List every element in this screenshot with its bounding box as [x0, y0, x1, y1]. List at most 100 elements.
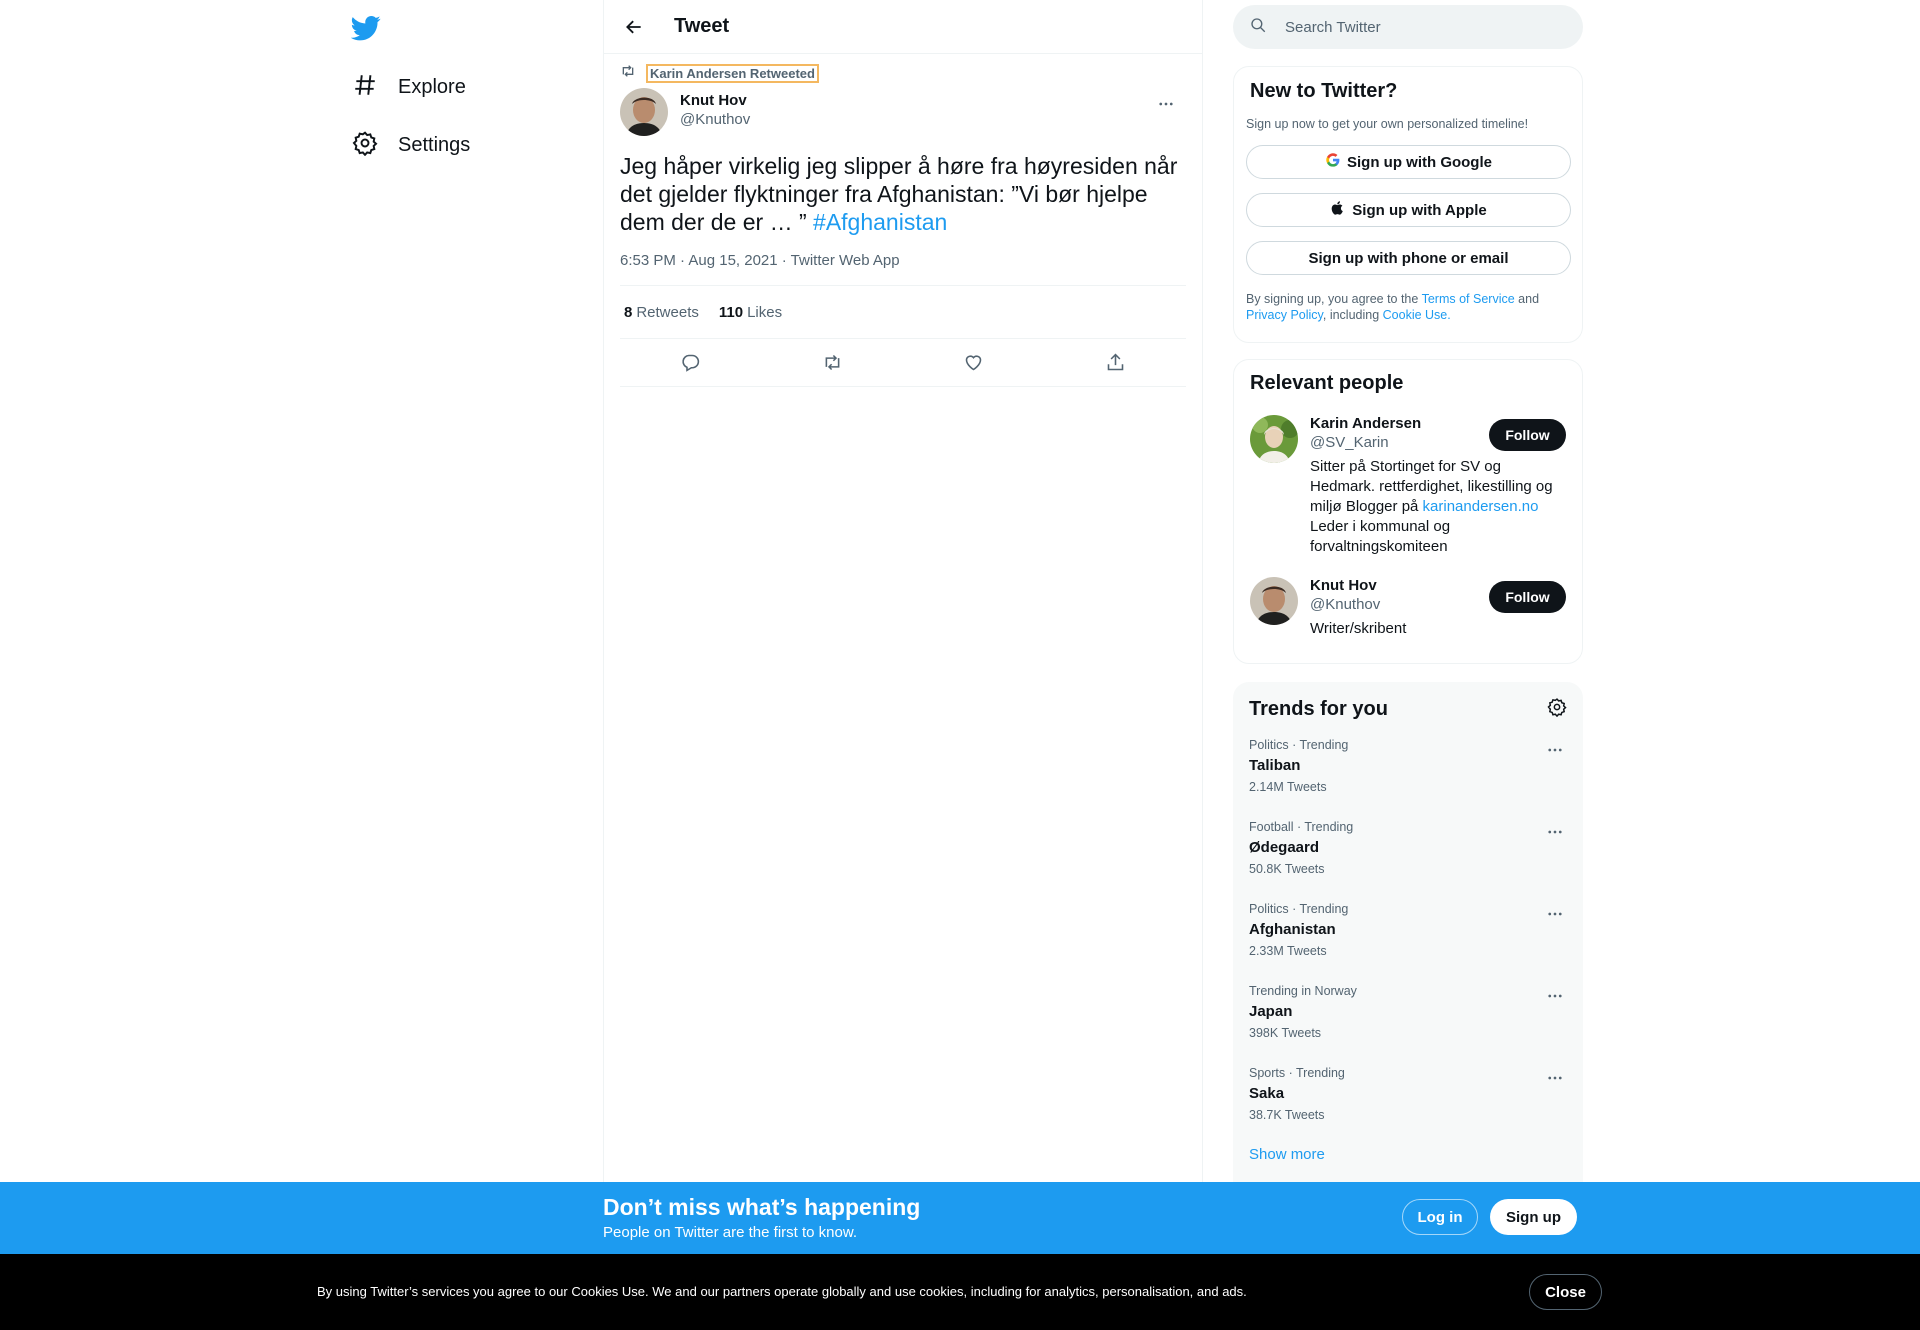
retweeted-by: Karin Andersen Retweeted [620, 63, 1186, 83]
trends-title: Trends for you [1249, 697, 1388, 720]
terms-including: , including [1322, 308, 1383, 322]
apple-icon [1330, 200, 1352, 220]
trends-settings-gear-icon[interactable] [1547, 697, 1567, 722]
trend-more-icon[interactable] [1543, 902, 1567, 926]
trend-item[interactable]: Football · Trending Ødegaard 50.8K Tweet… [1249, 806, 1567, 888]
trend-category: Football · Trending [1249, 820, 1354, 834]
tweet-text: Jeg håper virkelig jeg slipper å høre fr… [620, 152, 1186, 236]
signup-terms: By signing up, you agree to the Terms of… [1246, 291, 1570, 323]
trend-name: Ødegaard [1249, 839, 1320, 856]
terms-and: and [1514, 292, 1540, 306]
nav-settings-label: Settings [398, 133, 471, 156]
login-button[interactable]: Log in [1402, 1199, 1478, 1235]
signup-phone-button[interactable]: Sign up with phone or email [1246, 241, 1571, 275]
terms-pre: By signing up, you agree to the [1246, 292, 1422, 306]
google-icon [1325, 152, 1347, 172]
trend-item[interactable]: Politics · Trending Afghanistan 2.33M Tw… [1249, 888, 1567, 970]
trend-more-icon[interactable] [1543, 1066, 1567, 1090]
signup-button[interactable]: Sign up [1490, 1199, 1577, 1235]
author-name[interactable]: Knut Hov [680, 92, 750, 109]
person-bio: Writer/skribent [1310, 620, 1407, 637]
cookie-bar: By using Twitter’s services you agree to… [0, 1254, 1920, 1330]
follow-button[interactable]: Follow [1489, 419, 1566, 451]
trend-name: Saka [1249, 1085, 1285, 1102]
trend-count: 38.7K Tweets [1249, 1108, 1325, 1122]
trend-more-icon[interactable] [1543, 738, 1567, 762]
person-avatar[interactable] [1250, 415, 1298, 463]
search-bar[interactable] [1233, 5, 1583, 49]
signup-subtitle: Sign up now to get your own personalized… [1246, 117, 1529, 131]
trend-name: Afghanistan [1249, 921, 1336, 938]
signup-google-button[interactable]: Sign up with Google [1246, 145, 1571, 179]
person-handle: @Knuthov [1310, 596, 1381, 613]
retweets-label: Retweets [636, 303, 699, 321]
author-handle[interactable]: @Knuthov [680, 111, 750, 128]
show-more-link[interactable]: Show more [1249, 1146, 1567, 1163]
person-name: Karin Andersen [1310, 415, 1422, 432]
nav-explore[interactable]: Explore [352, 67, 466, 107]
tweet-hashtag-link[interactable]: #Afghanistan [813, 209, 947, 235]
trend-item[interactable]: Politics · Trending Taliban 2.14M Tweets [1249, 724, 1567, 806]
trend-more-icon[interactable] [1543, 984, 1567, 1008]
relevant-people-title: Relevant people [1250, 372, 1404, 394]
trend-item[interactable]: Sports · Trending Saka 38.7K Tweets [1249, 1052, 1567, 1134]
nav-settings[interactable]: Settings [352, 125, 470, 165]
like-heart-icon[interactable] [956, 345, 992, 381]
trend-item[interactable]: Trending in Norway Japan 398K Tweets [1249, 970, 1567, 1052]
trends-card: Trends for you Politics · Trending Talib… [1233, 682, 1583, 1202]
likes-label: Likes [747, 303, 783, 321]
search-icon [1233, 16, 1267, 39]
likes-stat[interactable]: 110 Likes [719, 304, 782, 321]
nav-explore-label: Explore [398, 75, 466, 98]
trend-category: Trending in Norway [1249, 984, 1357, 998]
reply-icon[interactable] [673, 345, 709, 381]
tweet-actions [620, 339, 1186, 387]
person-avatar[interactable] [1250, 577, 1298, 625]
signup-apple-button[interactable]: Sign up with Apple [1246, 193, 1571, 227]
hashtag-icon [352, 72, 378, 103]
cookie-text: By using Twitter’s services you agree to… [317, 1284, 1247, 1299]
trend-name: Japan [1249, 1003, 1293, 1020]
cookie-close-button[interactable]: Close [1529, 1274, 1602, 1310]
signup-phone-label: Sign up with phone or email [1308, 249, 1509, 267]
cookie-use-link[interactable]: Cookie Use. [1383, 308, 1451, 322]
trend-count: 2.33M Tweets [1249, 944, 1327, 958]
gear-icon [352, 130, 378, 161]
share-icon[interactable] [1097, 345, 1133, 381]
tweet: Karin Andersen Retweeted Knut Hov @Knuth… [604, 63, 1202, 387]
signup-google-label: Sign up with Google [1347, 153, 1492, 171]
person-item[interactable]: Knut Hov @Knuthov Writer/skribent Follow [1250, 577, 1566, 639]
person-item[interactable]: Karin Andersen @SV_Karin Sitter på Stort… [1250, 415, 1566, 557]
signup-card: New to Twitter? Sign up now to get your … [1233, 66, 1583, 343]
person-bio-text-rest: Leder i kommunal og forvaltningskomiteen [1310, 518, 1451, 555]
person-bio-link[interactable]: karinandersen.no [1423, 498, 1539, 515]
retweets-stat[interactable]: 8 Retweets [624, 304, 699, 321]
signup-apple-label: Sign up with Apple [1352, 201, 1487, 219]
trend-category: Politics · Trending [1249, 902, 1349, 916]
trend-count: 2.14M Tweets [1249, 780, 1327, 794]
signup-title: New to Twitter? [1250, 80, 1398, 102]
banner-title: Don’t miss what’s happening [603, 1194, 921, 1220]
trend-count: 398K Tweets [1249, 1026, 1322, 1040]
retweet-icon[interactable] [814, 345, 850, 381]
retweeted-by-link[interactable]: Karin Andersen Retweeted [646, 63, 819, 83]
person-bio: Sitter på Stortinget for SV og Hedmark. … [1310, 457, 1565, 557]
more-options-icon[interactable] [1154, 92, 1178, 116]
tweet-timestamp[interactable]: 6:53 PM · Aug 15, 2021 · Twitter Web App [620, 252, 1186, 286]
author-avatar[interactable] [620, 88, 668, 136]
person-name: Knut Hov [1310, 577, 1377, 594]
relevant-people-card: Relevant people Karin Andersen @SV_Karin… [1233, 359, 1583, 664]
terms-of-service-link[interactable]: Terms of Service [1422, 292, 1515, 306]
twitter-logo-icon[interactable] [350, 13, 381, 43]
person-handle: @SV_Karin [1310, 434, 1389, 451]
trend-count: 50.8K Tweets [1249, 862, 1325, 876]
trend-category: Politics · Trending [1249, 738, 1349, 752]
privacy-policy-link[interactable]: Privacy Policy [1246, 308, 1323, 322]
follow-button[interactable]: Follow [1489, 581, 1566, 613]
tweet-author: Knut Hov @Knuthov [620, 88, 1186, 136]
back-arrow-icon[interactable] [616, 9, 652, 45]
trend-name: Taliban [1249, 757, 1301, 774]
main-header: Tweet [604, 0, 1202, 54]
trend-more-icon[interactable] [1543, 820, 1567, 844]
search-input[interactable] [1285, 18, 1545, 36]
